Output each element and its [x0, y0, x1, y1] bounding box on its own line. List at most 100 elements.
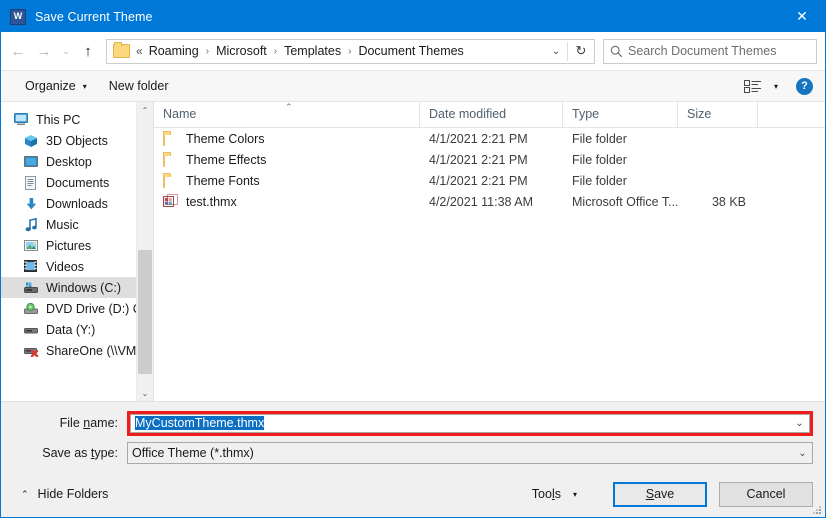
file-date-cell: 4/1/2021 2:21 PM: [429, 173, 528, 188]
breadcrumb-separator-icon[interactable]: ›: [269, 46, 282, 57]
chevron-down-icon[interactable]: ⌄: [790, 418, 809, 429]
sidebar-item-label: 3D Objects: [46, 133, 108, 148]
music-icon: [23, 217, 39, 233]
cancel-button[interactable]: Cancel: [719, 481, 813, 507]
save-as-type-value[interactable]: Office Theme (*.thmx): [128, 446, 793, 460]
file-size-cell: 38 KB: [711, 194, 746, 209]
scrollbar-thumb[interactable]: [138, 250, 152, 374]
tools-label-pre: Too: [531, 487, 552, 501]
new-folder-button[interactable]: New folder: [101, 76, 177, 96]
save-as-type-combo[interactable]: Office Theme (*.thmx) ⌄: [127, 442, 813, 464]
column-headers: Name Date modified Type Size ⌃: [154, 102, 825, 128]
sidebar-item-videos[interactable]: Videos: [1, 256, 153, 277]
help-icon[interactable]: ?: [796, 77, 813, 95]
dialog-footer: ⌃ Hide Folders Tools ▾ Save Cancel: [1, 471, 825, 517]
scroll-down-icon[interactable]: ⌄: [137, 385, 153, 401]
recent-locations-button[interactable]: ⌄: [57, 38, 75, 64]
sidebar-item-label: Pictures: [46, 238, 92, 253]
file-name-cell: Theme Effects: [154, 151, 420, 168]
breadcrumb-separator-icon[interactable]: ›: [201, 46, 214, 57]
table-row[interactable]: Theme Effects 4/1/2021 2:21 PM File fold…: [154, 149, 825, 170]
address-bar[interactable]: « Roaming › Microsoft › Templates › Docu…: [106, 38, 595, 64]
file-name-highlight-box: MyCustomTheme.thmx ⌄: [127, 410, 813, 436]
sidebar-item-data-y[interactable]: Data (Y:): [1, 319, 153, 340]
sidebar-item-label: Data (Y:): [46, 322, 96, 337]
footer-actions: Tools ▾ Save Cancel: [522, 481, 813, 507]
sidebar-item-windows-c[interactable]: Windows (C:): [1, 277, 153, 298]
sidebar-item-pictures[interactable]: Pictures: [1, 235, 153, 256]
file-name-label-pre: File: [59, 416, 84, 430]
table-row[interactable]: test.thmx 4/2/2021 11:38 AM Microsoft Of…: [154, 191, 825, 212]
save-label-accel: S: [645, 487, 655, 501]
table-row[interactable]: Theme Fonts 4/1/2021 2:21 PM File folder: [154, 170, 825, 191]
sidebar-item-music[interactable]: Music: [1, 214, 153, 235]
chevron-down-icon[interactable]: ⌄: [793, 448, 812, 459]
organize-button[interactable]: Organize ▾: [17, 76, 95, 96]
sidebar-item-3d-objects[interactable]: 3D Objects: [1, 130, 153, 151]
command-bar: Organize ▾ New folder ▾ ?: [1, 70, 825, 102]
desktop-icon: [23, 154, 39, 170]
breadcrumb-item-templates[interactable]: Templates: [282, 42, 343, 60]
breadcrumb-item-roaming[interactable]: Roaming: [147, 42, 201, 60]
back-button[interactable]: ←: [5, 38, 31, 64]
file-name-label: Theme Colors: [186, 131, 265, 146]
column-header-type[interactable]: Type: [563, 102, 678, 127]
file-name-value[interactable]: MyCustomTheme.thmx: [135, 416, 265, 430]
file-name-cell: test.thmx: [154, 193, 420, 210]
navigation-pane-scrollbar[interactable]: ⌃ ⌄: [136, 102, 153, 401]
network-drive-icon: [23, 322, 39, 338]
sidebar-item-documents[interactable]: Documents: [1, 172, 153, 193]
resize-grip[interactable]: [811, 504, 822, 515]
column-header-spacer: [758, 102, 825, 127]
file-name-label: test.thmx: [186, 194, 237, 209]
breadcrumb-item-document-themes[interactable]: Document Themes: [356, 42, 465, 60]
scroll-up-icon[interactable]: ⌃: [137, 102, 153, 118]
sidebar-item-this-pc[interactable]: This PC: [1, 109, 153, 130]
file-name-cell: Theme Colors: [154, 130, 420, 147]
sidebar-item-shareone[interactable]: ShareOne (\\VM: [1, 340, 153, 361]
close-icon[interactable]: ✕: [779, 1, 825, 32]
hide-folders-button[interactable]: ⌃ Hide Folders: [13, 483, 116, 505]
breadcrumb-item-microsoft[interactable]: Microsoft: [214, 42, 269, 60]
videos-icon: [23, 259, 39, 275]
tools-button[interactable]: Tools ▾: [522, 483, 587, 505]
organize-label: Organize: [25, 79, 76, 93]
sidebar-item-downloads[interactable]: Downloads: [1, 193, 153, 214]
breadcrumb-overflow-icon[interactable]: «: [136, 44, 143, 58]
column-header-size[interactable]: Size: [678, 102, 758, 127]
view-chevron-down-icon[interactable]: ▾: [774, 82, 778, 91]
navigation-bar: ← → ⌄ ↑ « Roaming › Microsoft › Template…: [1, 32, 825, 70]
file-type-cell: File folder: [572, 173, 627, 188]
tools-label: Tools: [532, 487, 561, 501]
sidebar-item-label: Downloads: [46, 196, 108, 211]
word-icon-letter: W: [13, 11, 23, 21]
breadcrumb-separator-icon[interactable]: ›: [343, 46, 356, 57]
file-name-input[interactable]: MyCustomTheme.thmx: [131, 416, 790, 430]
cube-icon: [23, 133, 39, 149]
file-type-cell: File folder: [572, 152, 627, 167]
disconnected-drive-icon: [23, 343, 39, 359]
up-button[interactable]: ↑: [75, 38, 101, 64]
forward-button[interactable]: →: [31, 38, 57, 64]
sidebar-item-label: Desktop: [46, 154, 92, 169]
pictures-icon: [23, 238, 39, 254]
sidebar-item-desktop[interactable]: Desktop: [1, 151, 153, 172]
file-type-cell: Microsoft Office T...: [572, 194, 678, 209]
sidebar-item-dvd-drive-d[interactable]: DVD Drive (D:) C: [1, 298, 153, 319]
documents-icon: [23, 175, 39, 191]
chevron-down-icon[interactable]: ⌄: [545, 41, 567, 62]
chevron-down-icon: ▾: [572, 489, 577, 499]
view-layout-icon[interactable]: [742, 78, 764, 94]
command-bar-right: ▾ ?: [742, 77, 825, 95]
form-area: File name: MyCustomTheme.thmx ⌄ Save as …: [1, 401, 825, 471]
save-button[interactable]: Save: [613, 481, 707, 507]
search-input[interactable]: Search Document Themes: [628, 44, 776, 58]
column-header-date-modified[interactable]: Date modified: [420, 102, 563, 127]
search-box[interactable]: Search Document Themes: [603, 38, 817, 64]
sidebar-item-label: Documents: [46, 175, 110, 190]
save-as-type-label: Save as type:: [13, 446, 127, 460]
refresh-icon[interactable]: ↻: [568, 41, 594, 62]
table-row[interactable]: Theme Colors 4/1/2021 2:21 PM File folde…: [154, 128, 825, 149]
file-name-combo[interactable]: MyCustomTheme.thmx ⌄: [130, 413, 810, 433]
sidebar-item-label: ShareOne (\\VM: [46, 343, 137, 358]
